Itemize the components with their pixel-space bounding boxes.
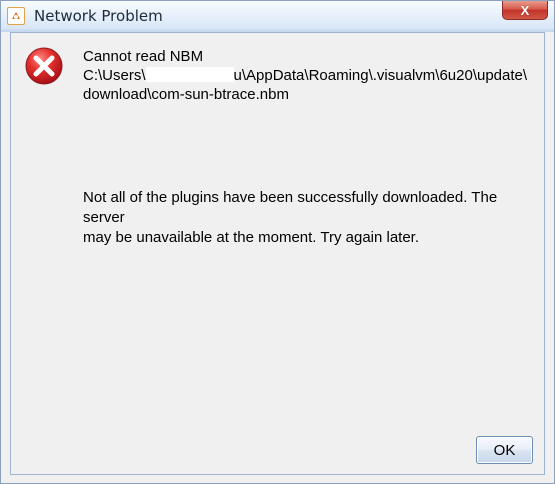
nbm-path-line-2: download\com-sun-btrace.nbm <box>83 86 289 103</box>
dialog-content: Cannot read NBM C:\Users\ u\AppData\Roami… <box>10 32 545 475</box>
detail-line-1: Not all of the plugins have been success… <box>83 189 498 226</box>
download-failure-details: Not all of the plugins have been success… <box>83 188 523 248</box>
application-icon-graphic <box>9 9 23 23</box>
close-button[interactable]: X <box>502 1 548 20</box>
application-icon <box>7 7 25 25</box>
detail-line-2: may be unavailable at the moment. Try ag… <box>83 229 420 246</box>
nbm-path-prefix: C:\Users\ <box>83 67 146 84</box>
redacted-username <box>145 67 234 82</box>
error-icon <box>25 47 63 85</box>
network-problem-dialog: Network Problem X Cannot read NBM C:\Use… <box>0 0 555 484</box>
error-heading: Cannot read NBM <box>83 48 204 65</box>
title-bar: Network Problem X <box>1 1 554 31</box>
error-message: Cannot read NBM C:\Users\ u\AppData\Roami… <box>83 47 534 104</box>
ok-button[interactable]: OK <box>476 436 533 464</box>
nbm-path-line-1: C:\Users\ u\AppData\Roaming\.visualvm\6u2… <box>83 66 534 85</box>
window-title: Network Problem <box>34 7 163 25</box>
nbm-path-suffix: u\AppData\Roaming\.visualvm\6u20\update\ <box>233 67 528 84</box>
